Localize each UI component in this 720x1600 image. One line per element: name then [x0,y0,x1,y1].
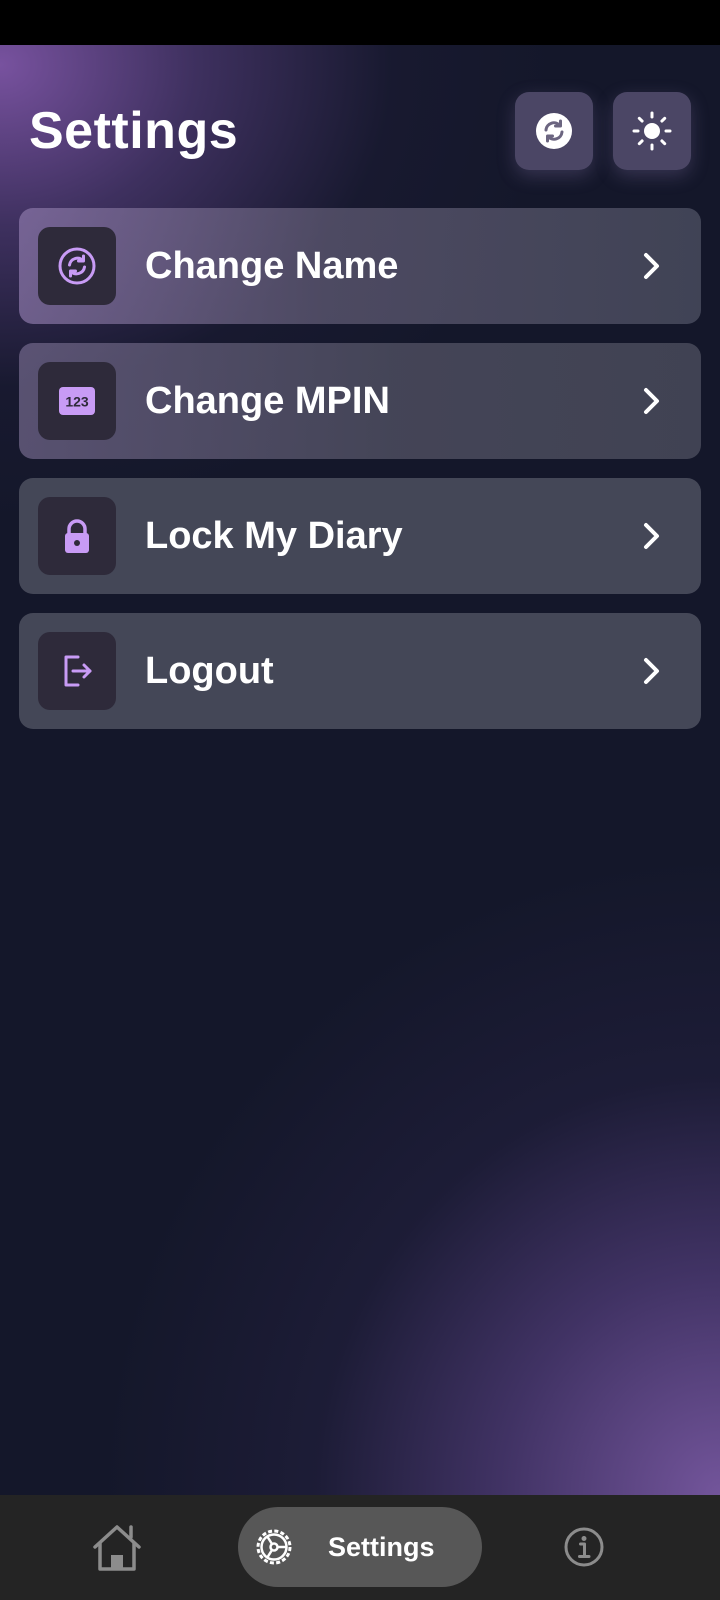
sync-button[interactable] [515,92,593,170]
gear-icon [256,1529,292,1565]
menu-icon-box [38,497,116,575]
bottom-nav: Settings [0,1495,720,1600]
logout-icon [64,655,92,687]
info-icon[interactable] [562,1525,606,1569]
menu-item-label: Change MPIN [145,380,390,422]
menu-item-lock-my-diary[interactable]: Lock My Diary [19,478,701,594]
sun-icon [632,111,672,151]
sync-icon [536,113,572,149]
chevron-right-icon [644,388,659,414]
menu-icon-box [38,632,116,710]
menu-item-logout[interactable]: Logout [19,613,701,729]
chevron-right-icon [644,523,659,549]
theme-toggle-button[interactable] [613,92,691,170]
menu-item-label: Lock My Diary [145,515,403,557]
settings-screen: Settings Change Name 123 Change MPIN Loc… [0,45,720,1495]
numeric-123-icon: 123 [59,387,95,415]
menu-icon-box: 123 [38,362,116,440]
svg-text:123: 123 [65,394,89,410]
nav-settings-label: Settings [328,1532,435,1562]
home-icon[interactable] [88,1519,146,1577]
page-title: Settings [29,102,239,160]
status-bar [0,0,720,45]
menu-item-label: Logout [145,650,274,692]
menu-item-change-mpin[interactable]: 123 Change MPIN [19,343,701,459]
menu-item-change-name[interactable]: Change Name [19,208,701,324]
sync-circle-icon [58,247,96,285]
menu-icon-box [38,227,116,305]
chevron-right-icon [644,253,659,279]
nav-settings-tab[interactable]: Settings [238,1507,482,1587]
lock-icon [65,519,89,553]
chevron-right-icon [644,658,659,684]
menu-item-label: Change Name [145,245,399,287]
